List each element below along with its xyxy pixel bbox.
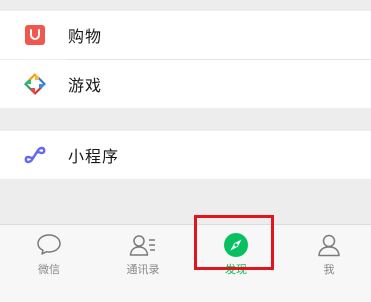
tab-label: 发现 [225,263,247,276]
tab-me[interactable]: 我 [283,225,371,281]
compass-icon [222,231,250,259]
contacts-icon [129,231,157,259]
tab-chats[interactable]: 微信 [3,225,95,281]
tab-label: 微信 [38,263,60,276]
games-pinwheel-icon [22,71,48,97]
discover-screen: 购物 游戏 小程序 微信 通讯录 发现 我 [0,0,371,302]
list-item-label: 游戏 [68,76,103,95]
top-spacer [0,0,371,11]
chat-bubble-icon [35,231,63,259]
list-item-label: 小程序 [68,147,120,166]
tab-label: 我 [323,263,335,276]
tab-label: 通讯录 [126,263,160,276]
tab-discover[interactable]: 发现 [190,225,282,281]
bottom-tab-bar: 微信 通讯录 发现 我 [0,224,371,302]
list-item-label: 购物 [68,27,103,46]
list-item-mini-program[interactable]: 小程序 [0,131,371,179]
tab-contacts[interactable]: 通讯录 [97,225,189,281]
mini-program-icon [22,142,48,168]
list-item-games[interactable]: 游戏 [0,60,371,108]
shopping-bag-icon [22,22,48,48]
list-item-shopping[interactable]: 购物 [0,11,371,59]
person-icon [315,231,343,259]
